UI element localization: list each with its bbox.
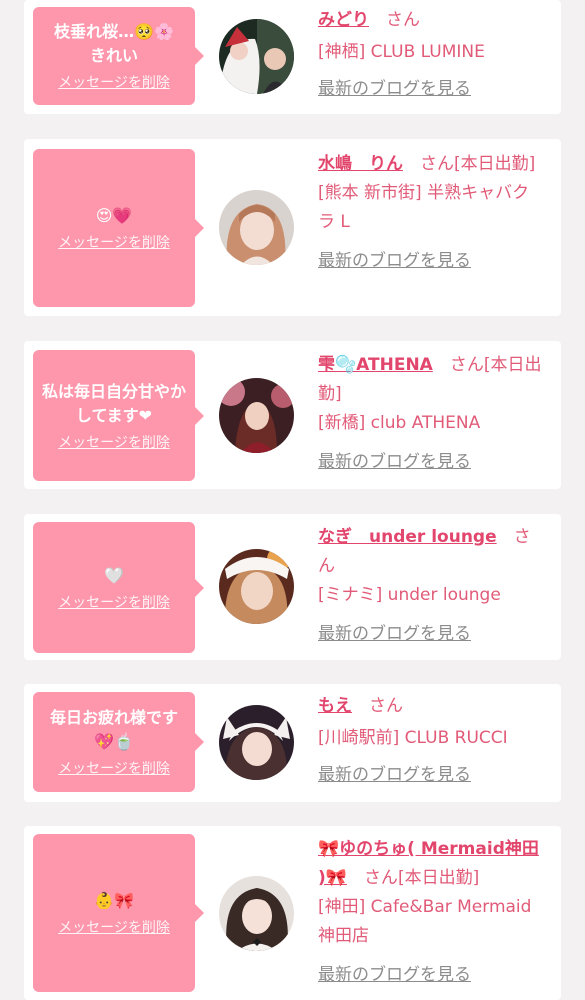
message-bubble: 🤍 メッセージを削除 xyxy=(33,522,204,653)
cast-info: 🎀ゆのちゅ( Mermaid神田 )🎀 さん[本日出勤] [神田] Cafe&B… xyxy=(318,835,546,990)
attendance-status: [本日出勤] xyxy=(397,868,480,888)
cast-name-link[interactable]: 雫🫧ATHENA xyxy=(318,355,433,375)
cast-name-link[interactable]: 水嶋 りん xyxy=(318,154,403,174)
cast-info: 水嶋 りん さん[本日出勤] [熊本 新市街] 半熟キャバクラ L 最新のブログ… xyxy=(318,150,546,276)
avatar-image xyxy=(219,190,294,265)
message-bubble: 毎日お疲れ様です💖🍵 メッセージを削除 xyxy=(33,692,204,792)
shop-name: [熊本 新市街] 半熟キャバクラ L xyxy=(318,183,530,232)
blog-link[interactable]: 最新のブログを見る xyxy=(318,961,546,990)
cast-name-link[interactable]: みどり xyxy=(318,10,369,30)
avatar-image xyxy=(219,705,294,780)
favorite-card: 枝垂れ桜…🥺🌸 きれい メッセージを削除 みどり さん [神栖] CLUB LU… xyxy=(24,0,561,114)
message-text: 枝垂れ桜…🥺🌸 きれい xyxy=(54,22,174,65)
shop-name: [川崎駅前] CLUB RUCCI xyxy=(318,728,508,748)
cast-info: なぎ under lounge さん [ミナミ] under lounge 最新… xyxy=(318,523,546,649)
delete-message-link[interactable]: メッセージを削除 xyxy=(58,758,170,778)
shop-name: [新橋] club ATHENA xyxy=(318,413,481,433)
avatar[interactable] xyxy=(219,19,294,94)
delete-message-link[interactable]: メッセージを削除 xyxy=(58,917,170,937)
avatar[interactable] xyxy=(219,190,294,265)
avatar[interactable] xyxy=(219,705,294,780)
message-text: 毎日お疲れ様です💖🍵 xyxy=(49,708,178,751)
favorite-card: 毎日お疲れ様です💖🍵 メッセージを削除 もえ さん [川崎駅前] CLUB RU… xyxy=(24,684,561,802)
avatar-image xyxy=(219,549,294,624)
attendance-status: [本日出勤] xyxy=(454,154,536,174)
message-bubble: 😍💗 メッセージを削除 xyxy=(33,149,204,307)
blog-link[interactable]: 最新のブログを見る xyxy=(318,75,546,104)
cast-name-link[interactable]: なぎ under lounge xyxy=(318,527,497,547)
delete-message-link[interactable]: メッセージを削除 xyxy=(58,232,170,252)
message-bubble: 枝垂れ桜…🥺🌸 きれい メッセージを削除 xyxy=(33,7,204,105)
delete-message-link[interactable]: メッセージを削除 xyxy=(58,72,170,92)
cast-name-link[interactable]: もえ xyxy=(318,696,352,716)
avatar-image xyxy=(219,876,294,951)
honorific: さん xyxy=(449,355,484,375)
message-bubble: 👶🎀 メッセージを削除 xyxy=(33,834,204,992)
delete-message-link[interactable]: メッセージを削除 xyxy=(58,592,170,612)
cast-info: もえ さん [川崎駅前] CLUB RUCCI 最新のブログを見る xyxy=(318,692,546,790)
honorific: さん xyxy=(420,154,454,174)
blog-link[interactable]: 最新のブログを見る xyxy=(318,247,546,276)
message-text: 🤍 xyxy=(104,565,124,585)
honorific: さん xyxy=(386,10,420,30)
favorite-card: 私は毎日自分甘やかしてます❤ メッセージを削除 雫🫧ATHENA さん[本日出勤… xyxy=(24,341,561,489)
shop-name: [ミナミ] under lounge xyxy=(318,585,501,605)
message-text: 私は毎日自分甘やかしてます❤ xyxy=(41,381,186,425)
blog-link[interactable]: 最新のブログを見る xyxy=(318,620,546,649)
cast-info: 雫🫧ATHENA さん[本日出勤] [新橋] club ATHENA 最新のブロ… xyxy=(318,351,546,477)
honorific: さん xyxy=(369,696,403,716)
message-bubble: 私は毎日自分甘やかしてます❤ メッセージを削除 xyxy=(33,350,204,481)
blog-link[interactable]: 最新のブログを見る xyxy=(318,448,546,477)
shop-name: [神栖] CLUB LUMINE xyxy=(318,42,485,62)
message-text: 👶🎀 xyxy=(94,891,134,910)
favorite-card: 🤍 メッセージを削除 なぎ under lounge さん [ミナミ] unde… xyxy=(24,514,561,660)
shop-name: [神田] Cafe&Bar Mermaid神田店 xyxy=(318,897,532,946)
message-text: 😍💗 xyxy=(95,206,133,225)
delete-message-link[interactable]: メッセージを削除 xyxy=(58,432,170,452)
favorite-card: 😍💗 メッセージを削除 水嶋 りん さん[本日出勤] [熊本 新市街] 半熟キャ… xyxy=(24,139,561,316)
avatar-image xyxy=(219,378,294,453)
favorite-card: 👶🎀 メッセージを削除 🎀ゆのちゅ( Mermaid神田 )🎀 さん[本日出勤]… xyxy=(24,826,561,1000)
cast-info: みどり さん [神栖] CLUB LUMINE 最新のブログを見る xyxy=(318,6,546,104)
avatar[interactable] xyxy=(219,876,294,951)
avatar[interactable] xyxy=(219,549,294,624)
blog-link[interactable]: 最新のブログを見る xyxy=(318,761,546,790)
honorific: さん xyxy=(363,868,398,888)
avatar[interactable] xyxy=(219,378,294,453)
avatar-image xyxy=(219,19,294,94)
